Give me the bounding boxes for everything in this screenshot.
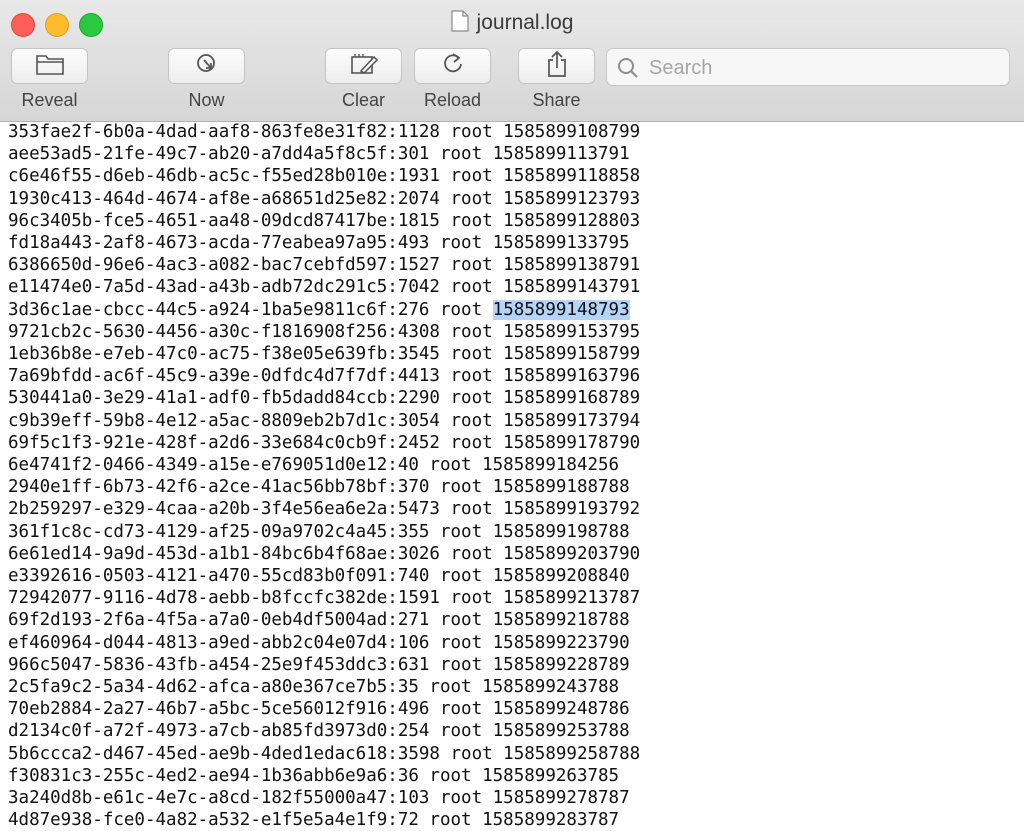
share-icon xyxy=(545,50,569,83)
now-label: Now xyxy=(188,90,225,110)
log-line[interactable]: ef460964-d044-4813-a9ed-abb2c04e07d4:106… xyxy=(8,632,630,654)
clear-label: Clear xyxy=(341,90,385,110)
search-field[interactable] xyxy=(606,48,1010,86)
clear-icon xyxy=(349,51,379,82)
share-label: Share xyxy=(532,90,581,110)
log-line[interactable]: 6e61ed14-9a9d-453d-a1b1-84bc6b4f68ae:302… xyxy=(8,543,640,565)
log-line[interactable]: 69f5c1f3-921e-428f-a2d6-33e684c0cb9f:245… xyxy=(8,432,640,454)
share-button[interactable] xyxy=(518,48,595,84)
jump-to-now-icon xyxy=(194,51,220,82)
log-line[interactable]: 966c5047-5836-43fb-a454-25e9f453ddc3:631… xyxy=(8,654,630,676)
log-line[interactable]: 4d87e938-fce0-4a82-a532-e1f5e5a4e1f9:72 … xyxy=(8,809,619,831)
log-line[interactable]: d2134c0f-a72f-4973-a7cb-ab85fd3973d0:254… xyxy=(8,720,630,742)
search-icon xyxy=(617,57,639,84)
log-line[interactable]: 6e4741f2-0466-4349-a15e-e769051d0e12:40 … xyxy=(8,454,619,476)
log-line[interactable]: f30831c3-255c-4ed2-ae94-1b36abb6e9a6:36 … xyxy=(8,765,619,787)
log-line[interactable]: 1eb36b8e-e7eb-47c0-ac75-f38e05e639fb:354… xyxy=(8,343,640,365)
log-line[interactable]: 3a240d8b-e61c-4e7c-a8cd-182f55000a47:103… xyxy=(8,787,630,809)
clear-button[interactable] xyxy=(325,48,402,84)
log-line[interactable]: fd18a443-2af8-4673-acda-77eabea97a95:493… xyxy=(8,232,630,254)
log-line[interactable]: 69f2d193-2f6a-4f5a-a7a0-0eb4df5004ad:271… xyxy=(8,609,630,631)
reveal-button[interactable] xyxy=(11,48,88,84)
console-window: journal.log Reveal Now Clear Reload Shar… xyxy=(0,0,1024,831)
log-line[interactable]: e11474e0-7a5d-43ad-a43b-adb72dc291c5:704… xyxy=(8,276,640,298)
log-line[interactable]: e3392616-0503-4121-a470-55cd83b0f091:740… xyxy=(8,565,630,587)
reload-icon xyxy=(440,51,466,82)
reload-label: Reload xyxy=(423,90,482,110)
log-line[interactable]: 70eb2884-2a27-46b7-a5bc-5ce56012f916:496… xyxy=(8,698,630,720)
window-title: journal.log xyxy=(476,11,574,34)
document-icon xyxy=(450,10,469,38)
log-line[interactable]: c9b39eff-59b8-4e12-a5ac-8809eb2b7d1c:305… xyxy=(8,410,640,432)
toolbar: journal.log Reveal Now Clear Reload Shar… xyxy=(0,0,1024,122)
log-line[interactable]: 5b6ccca2-d467-45ed-ae9b-4ded1edac618:359… xyxy=(8,743,640,765)
log-line-text: 3d36c1ae-cbcc-44c5-a924-1ba5e9811c6f:276… xyxy=(8,299,493,320)
log-line[interactable]: 353fae2f-6b0a-4dad-aaf8-863fe8e31f82:112… xyxy=(8,122,640,143)
log-line[interactable]: 2b259297-e329-4caa-a20b-3f4e56ea6e2a:547… xyxy=(8,498,640,520)
log-line[interactable]: c6e46f55-d6eb-46db-ac5c-f55ed28b010e:193… xyxy=(8,165,640,187)
log-line[interactable]: 7a69bfdd-ac6f-45c9-a39e-0dfdc4d7f7df:441… xyxy=(8,365,640,387)
log-line[interactable]: 72942077-9116-4d78-aebb-b8fccfc382de:159… xyxy=(8,587,640,609)
log-line[interactable]: 1930c413-464d-4674-af8e-a68651d25e82:207… xyxy=(8,188,640,210)
log-line[interactable]: 9721cb2c-5630-4456-a30c-f1816908f256:430… xyxy=(8,321,640,343)
reload-button[interactable] xyxy=(414,48,491,84)
log-line[interactable]: 2c5fa9c2-5a34-4d62-afca-a80e367ce7b5:35 … xyxy=(8,676,619,698)
reveal-label: Reveal xyxy=(21,90,78,110)
window-title-area: journal.log xyxy=(0,10,1024,38)
log-line[interactable]: aee53ad5-21fe-49c7-ab20-a7dd4a5f8c5f:301… xyxy=(8,143,630,165)
log-line[interactable]: 3d36c1ae-cbcc-44c5-a924-1ba5e9811c6f:276… xyxy=(8,299,630,321)
log-line[interactable]: 530441a0-3e29-41a1-adf0-fb5dadd84ccb:229… xyxy=(8,387,640,409)
log-content[interactable]: 353fae2f-6b0a-4dad-aaf8-863fe8e31f82:112… xyxy=(0,122,1024,831)
folder-icon xyxy=(35,52,65,81)
now-button[interactable] xyxy=(168,48,245,84)
selected-text[interactable]: 1585899148793 xyxy=(492,299,630,320)
log-line[interactable]: 2940e1ff-6b73-42f6-a2ce-41ac56bb78bf:370… xyxy=(8,476,630,498)
search-input[interactable] xyxy=(647,53,1001,83)
log-line[interactable]: 96c3405b-fce5-4651-aa48-09dcd87417be:181… xyxy=(8,210,640,232)
log-line[interactable]: 361f1c8c-cd73-4129-af25-09a9702c4a45:355… xyxy=(8,521,630,543)
log-line[interactable]: 6386650d-96e6-4ac3-a082-bac7cebfd597:152… xyxy=(8,254,640,276)
